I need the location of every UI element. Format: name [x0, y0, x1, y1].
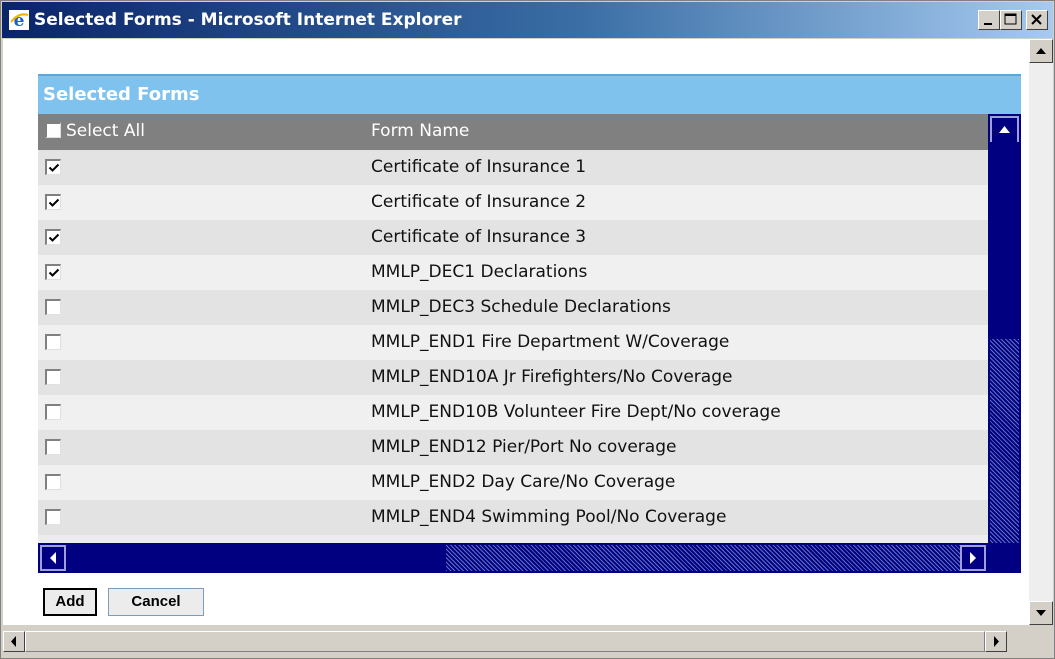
arrow-down-icon [1036, 610, 1046, 616]
checkmark-icon [48, 268, 60, 277]
row-checkbox[interactable] [45, 474, 61, 490]
arrow-up-icon [999, 126, 1010, 133]
form-name-cell: MMLP_END2 Day Care/No Coverage [371, 472, 676, 492]
maximize-icon [1004, 13, 1017, 25]
table-row[interactable]: MMLP_END10A Jr Firefighters/No Coverage [38, 360, 988, 395]
grid-scroll-left-button[interactable] [40, 545, 66, 571]
row-checkbox[interactable] [45, 194, 61, 210]
minimize-button[interactable] [978, 10, 1000, 30]
page-scroll-left-button[interactable] [3, 631, 25, 652]
window-title: Selected Forms - Microsoft Internet Expl… [34, 10, 462, 30]
form-name-cell: Certificate of Insurance 3 [371, 227, 587, 247]
checkmark-icon [48, 198, 60, 207]
table-row[interactable]: Certificate of Insurance 2 [38, 185, 988, 220]
panel-header: Selected Forms [38, 74, 1021, 114]
grid-vertical-scrollbar[interactable] [988, 114, 1021, 573]
row-checkbox[interactable] [45, 509, 61, 525]
grid-horizontal-scrollbar[interactable] [38, 543, 988, 573]
grid-hscroll-track[interactable] [446, 545, 960, 571]
row-checkbox[interactable] [45, 404, 61, 420]
add-button[interactable]: Add [43, 588, 97, 616]
browser-window: e Selected Forms - Microsoft Internet Ex… [0, 0, 1055, 659]
page-hscroll-thumb[interactable] [25, 631, 985, 652]
form-name-cell: MMLP_DEC3 Schedule Declarations [371, 297, 671, 317]
row-checkbox[interactable] [45, 159, 61, 175]
close-icon [1031, 14, 1042, 25]
form-name-cell: MMLP_END10A Jr Firefighters/No Coverage [371, 367, 733, 387]
form-name-cell: MMLP_END1 Fire Department W/Coverage [371, 332, 730, 352]
page-scroll-down-button[interactable] [1029, 601, 1053, 625]
arrow-right-icon [994, 636, 999, 647]
internet-explorer-icon: e [9, 10, 29, 31]
table-row[interactable]: MMLP_END4 Swimming Pool/No Coverage [38, 500, 988, 535]
form-name-cell: Certificate of Insurance 2 [371, 192, 587, 212]
table-row[interactable]: Certificate of Insurance 3 [38, 220, 988, 255]
form-name-cell: MMLP_DEC1 Declarations [371, 262, 588, 282]
form-name-cell: Certificate of Insurance 1 [371, 157, 587, 177]
checkmark-icon [48, 163, 60, 172]
page-vertical-scrollbar[interactable] [1029, 39, 1053, 625]
cancel-button[interactable]: Cancel [108, 588, 204, 616]
forms-grid: Select All Form Name Certificate of Insu… [38, 114, 1021, 573]
row-checkbox[interactable] [45, 334, 61, 350]
table-row[interactable]: MMLP_END10B Volunteer Fire Dept/No cover… [38, 395, 988, 430]
close-button[interactable] [1026, 10, 1048, 30]
minimize-icon [984, 23, 992, 25]
page-scroll-right-button[interactable] [985, 631, 1007, 652]
arrow-left-icon [50, 552, 56, 564]
form-name-cell: MMLP_END4 Swimming Pool/No Coverage [371, 507, 727, 527]
arrow-up-icon [1036, 48, 1046, 54]
grid-scroll-right-button[interactable] [960, 545, 986, 571]
table-row[interactable]: MMLP_END12 Pier/Port No coverage [38, 430, 988, 465]
form-name-cell: MMLP_END12 Pier/Port No coverage [371, 437, 677, 457]
checkmark-icon [48, 233, 60, 242]
grid-header: Select All Form Name [38, 114, 988, 150]
grid-rows: Certificate of Insurance 1 Certificate of… [38, 150, 988, 543]
panel-title: Selected Forms [43, 84, 200, 105]
page-horizontal-scrollbar[interactable] [3, 628, 1029, 655]
title-bar[interactable]: e Selected Forms - Microsoft Internet Ex… [2, 2, 1053, 38]
table-row[interactable]: MMLP_DEC1 Declarations [38, 255, 988, 290]
row-checkbox[interactable] [45, 264, 61, 280]
table-row[interactable]: MMLP_END2 Day Care/No Coverage [38, 465, 988, 500]
grid-hscroll-thumb[interactable] [66, 545, 446, 571]
grid-scroll-up-button[interactable] [990, 116, 1019, 144]
grid-scroll-track[interactable] [990, 339, 1019, 545]
maximize-button[interactable] [1000, 10, 1022, 30]
form-name-cell: MMLP_END10B Volunteer Fire Dept/No cover… [371, 402, 781, 422]
table-row[interactable]: MMLP_END1 Fire Department W/Coverage [38, 325, 988, 360]
row-checkbox[interactable] [45, 299, 61, 315]
page-content: Selected Forms Select All Form Name Cert… [3, 39, 1029, 625]
select-all-checkbox[interactable] [45, 122, 61, 138]
form-name-column-header[interactable]: Form Name [371, 121, 469, 141]
row-checkbox[interactable] [45, 439, 61, 455]
page-scroll-up-button[interactable] [1029, 39, 1053, 63]
row-checkbox[interactable] [45, 229, 61, 245]
grid-scroll-corner [988, 543, 1021, 573]
grid-scroll-thumb[interactable] [990, 142, 1019, 339]
table-row[interactable]: MMLP_DEC3 Schedule Declarations [38, 290, 988, 325]
arrow-right-icon [970, 552, 976, 564]
select-all-label[interactable]: Select All [66, 121, 145, 141]
row-checkbox[interactable] [45, 369, 61, 385]
table-row[interactable]: Certificate of Insurance 1 [38, 150, 988, 185]
arrow-left-icon [11, 636, 16, 647]
